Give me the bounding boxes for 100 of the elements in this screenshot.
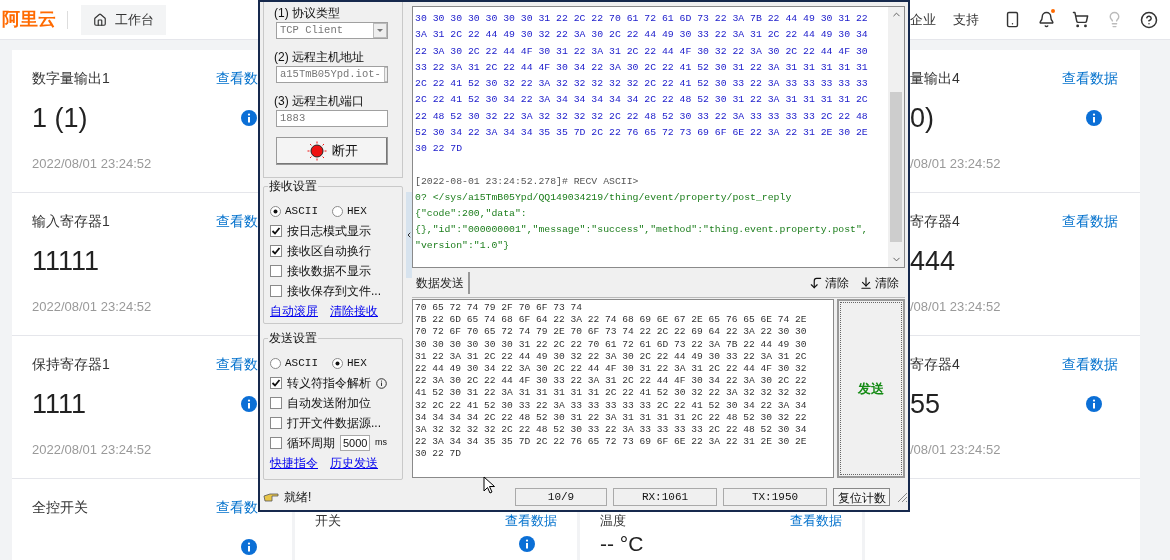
radio-label: HEX	[347, 203, 367, 219]
view-data-link[interactable]: 查看数据	[790, 510, 842, 531]
notification-bell-icon[interactable]	[1038, 11, 1055, 28]
view-data-link[interactable]: 查看数	[216, 210, 258, 232]
group-title: 发送设置	[268, 331, 318, 346]
radio-label: HEX	[347, 355, 367, 371]
field-label: (3) 远程主机端口	[274, 93, 365, 110]
phone-icon[interactable]	[1004, 11, 1021, 28]
card-title: 量输出4	[910, 68, 960, 88]
link[interactable]: 历史发送	[330, 454, 378, 472]
hex-line: 22 3A 30 2C 22 44 4F 30 31 22 3A 31 2C 22 44 4F 30 32 22 3A 30 2C 22 44 4F 30	[415, 44, 868, 59]
view-data-link[interactable]: 查看数据	[505, 510, 557, 531]
field-label: (2) 远程主机地址	[274, 49, 365, 66]
card-time: /08/01 23:24:52	[910, 441, 1002, 458]
ascii-line: 0? </sys/a15TmB05Ypd/QQ149034219/thing/event/property/post_reply	[415, 190, 792, 205]
checkbox-label: 接收区自动换行	[287, 243, 371, 260]
cart-icon[interactable]	[1072, 11, 1089, 28]
host-select[interactable]: a15TmB05Ypd.iot-	[276, 66, 388, 83]
radio-label: ASCII	[285, 203, 318, 219]
clear-button[interactable]: 清除	[859, 273, 899, 292]
help-icon[interactable]	[1140, 10, 1158, 29]
status-cell: RX:1061	[613, 488, 717, 506]
card-value: 1 (1)	[32, 101, 88, 135]
ascii-line: "version":"1.0"}	[415, 238, 510, 253]
checkbox-label: 自动发送附加位	[287, 395, 371, 412]
ascii-line: {},"id":"000000001","message":"success","method":"thing.event.property.post",	[415, 222, 868, 237]
link[interactable]: 清除接收	[330, 302, 378, 320]
hex-line: 2C 22 41 52 30 32 22 3A 32 32 32 32 32 2C 22 41 52 30 33 22 3A 33 33 33 33 33	[415, 77, 868, 92]
status-cell: TX:1950	[723, 488, 827, 506]
checkbox-label: 按日志模式显示	[287, 223, 371, 240]
status-cell: 10/9	[515, 488, 607, 506]
radio-label: ASCII	[285, 355, 318, 371]
link[interactable]: 自动滚屏	[270, 302, 318, 320]
nav-link[interactable]: 企业	[910, 9, 936, 30]
card-title: 开关	[315, 511, 341, 530]
ascii-line: {"code":200,"data":	[415, 206, 527, 221]
group-title: 接收设置	[268, 179, 318, 194]
view-data-link[interactable]: 查看数据	[1062, 353, 1118, 375]
unit-label: ms	[375, 436, 387, 450]
card-title: 保持寄存器1	[32, 354, 110, 374]
nav-link[interactable]: 支持	[953, 9, 979, 30]
card-time: /08/01 23:24:52	[910, 155, 1002, 172]
view-data-link[interactable]: 查看数	[216, 496, 258, 518]
checkbox-label: 打开文件数据源...	[287, 415, 381, 432]
logo: 阿里云	[2, 8, 56, 31]
card-value: 1111	[32, 387, 87, 421]
checkbox-label: 转义符指令解析	[287, 375, 371, 392]
card-value: 0)	[910, 101, 934, 135]
link[interactable]: 快捷指令	[270, 454, 318, 472]
home-icon	[93, 12, 107, 27]
disconnect-button[interactable]: 断开	[276, 137, 388, 165]
checkbox[interactable]	[270, 397, 282, 409]
card-title: 寄存器4	[910, 354, 960, 374]
card-title: 数字量输出1	[32, 68, 110, 88]
reset-count-button[interactable]: 复位计数	[833, 488, 890, 506]
chevron-left-icon	[405, 231, 413, 239]
clear-button[interactable]: 清除	[809, 273, 849, 292]
checkbox[interactable]	[270, 225, 282, 237]
protocol-select[interactable]: TCP Client	[276, 22, 388, 39]
hex-line: 33 22 3A 31 2C 22 44 4F 30 34 22 3A 30 2C 22 41 52 30 31 22 3A 31 31 31 31 31	[415, 60, 868, 75]
card-value: 11111	[32, 244, 100, 278]
checkbox[interactable]	[270, 377, 282, 389]
checkbox-label: 接收保存到文件...	[287, 283, 381, 300]
pointing-hand-icon	[263, 491, 279, 503]
port-field[interactable]: 1883	[276, 110, 388, 127]
send-tab[interactable]: 数据发送	[412, 271, 470, 294]
checkbox[interactable]	[270, 417, 282, 429]
radio-button[interactable]	[332, 205, 343, 217]
send-area[interactable]: 70 65 72 74 79 2F 70 6F 73 74 7B 22 6D 65 74 68 6F 64 22 3A 22 74 68 69 6E 67 2E 65 76 65 6E 74 2E 70 72 6F 70 65 72 74 79 2E 70 6F 73 74 22 2C 22 69 64 22 3A 22 30 30 30 30 30 30 30 30 31 22 2C 22 70 61 72 61 6D 73 22 3A 7B 22 44 49 30 31 22 3A 31 2C 22 44 49 30 32 22 3A 30 2C 22 44 49 30 33 22 3A 31 2C 22 44 49 30 34 22 3A 30 2C 22 44 4F 30 31 22 3A 31 2C 22 44 4F 30 32 22 3A 30 2C 22 44 4F 30 33 22 3A 31 2C 22 44 4F 30 34 22 3A 30 2C 22 41 52 30 31 22 3A 31 31 31 31 31 2C 22 41 52 30 32 22 3A 32 32 32 32 32 2C 22 41 52 30 33 22 3A 33 33 33 33 33 2C 22 41 52 30 34 22 3A 34 34 34 34 34 2C 22 48 52 30 31 22 3A 31 31 31 31 2C 22 48 52 30 32 22 3A 32 32 32 32 2C 22 48 52 30 33 22 3A 33 33 33 33 2C 22 48 52 30 34 22 3A 34 34 35 35 7D 2C 22 76 65 72 73 69 6F 6E 22 3A 22 31 2E 30 2E 30 22 7D	[412, 299, 834, 478]
card-value: 444	[910, 244, 956, 278]
radio-button[interactable]	[332, 357, 343, 369]
hex-line: 30 30 30 30 30 30 30 31 22 2C 22 70 61 72 61 6D 73 22 3A 7B 22 44 49 30 31 22	[415, 12, 868, 26]
radio-button[interactable]	[270, 357, 281, 369]
card-value: 55	[910, 387, 941, 421]
card-time: 2022/08/01 23:24:52	[32, 155, 153, 172]
workbench-button[interactable]: 工作台	[81, 4, 166, 35]
field-label: (1) 协议类型	[274, 5, 341, 22]
view-data-link[interactable]: 查看数据	[1062, 210, 1118, 232]
checkbox[interactable]	[270, 245, 282, 257]
hex-line: 52 30 34 22 3A 34 34 35 35 7D 2C 22 76 65 72 73 69 6F 6E 22 3A 22 31 2E 30 2E	[415, 126, 868, 141]
log-header: [2022-08-01 23:24:52.278]# RECV ASCII>	[415, 174, 639, 189]
view-data-link[interactable]: 查看数据	[1062, 67, 1118, 89]
hex-line: 22 48 52 30 32 22 3A 32 32 32 32 2C 22 48 52 30 33 22 3A 33 33 33 33 2C 22 48	[415, 109, 868, 124]
radio-button[interactable]	[270, 205, 281, 217]
checkbox[interactable]	[270, 285, 282, 297]
status-text: 就绪!	[284, 489, 313, 506]
card-title: 寄存器4	[910, 211, 960, 231]
checkbox[interactable]	[270, 437, 282, 449]
hex-line: 3A 31 2C 22 44 49 30 32 22 3A 30 2C 22 44 49 30 33 22 3A 31 2C 22 44 49 30 34	[415, 28, 868, 43]
send-button[interactable]: 发送	[837, 299, 905, 478]
checkbox-label: 循环周期	[287, 435, 335, 452]
hex-line: 2C 22 41 52 30 34 22 3A 34 34 34 34 34 2C 22 48 52 30 31 22 3A 31 31 31 31 2C	[415, 93, 868, 108]
checkbox[interactable]	[270, 265, 282, 277]
view-data-link[interactable]: 查看数	[216, 67, 258, 89]
info-icon	[376, 377, 387, 389]
period-field[interactable]: 5000	[340, 435, 370, 451]
resize-grip-icon	[896, 491, 908, 503]
view-data-link[interactable]: 查看数	[216, 353, 258, 375]
corner-arrow-icon	[809, 275, 823, 290]
scrollbar-thumb[interactable]	[890, 92, 902, 242]
